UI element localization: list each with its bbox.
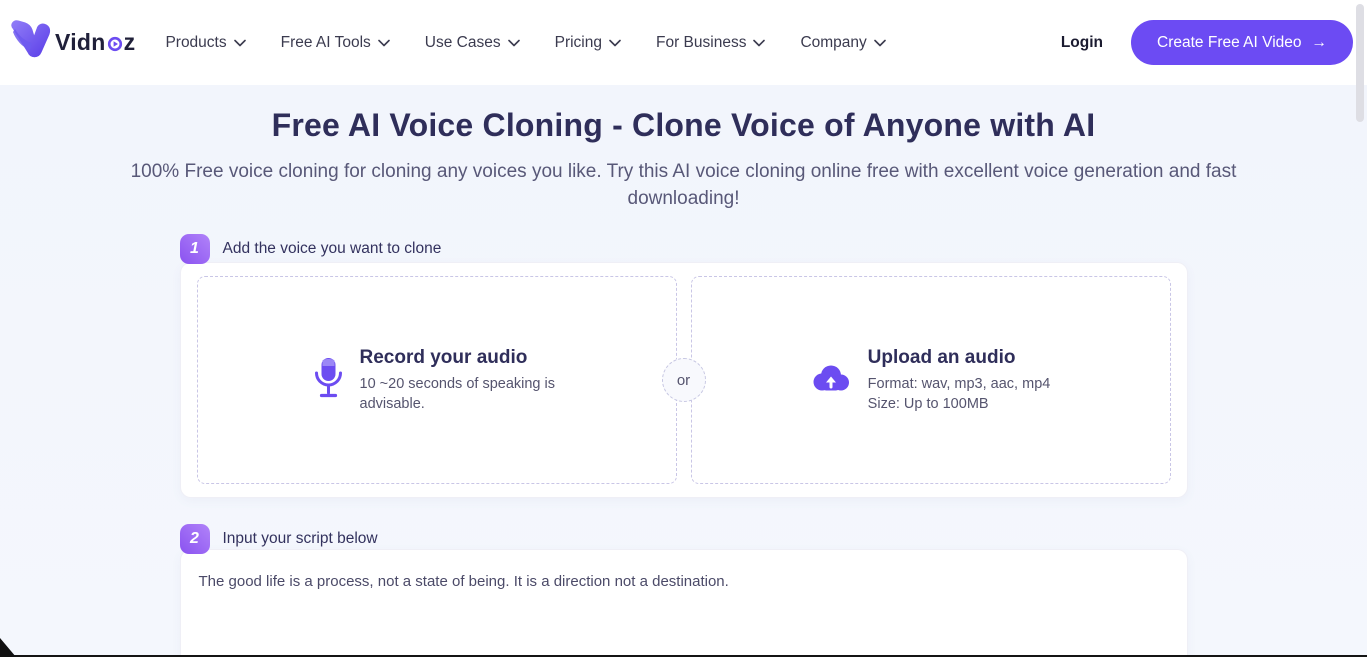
record-audio-desc: 10 ~20 seconds of speaking is advisable. [359,375,555,412]
chevron-down-icon [753,34,766,52]
step-2-badge: 2 [179,524,210,554]
nav-item-products[interactable]: Products [165,34,246,52]
script-input[interactable]: The good life is a process, not a state … [180,550,1187,657]
header-actions: Login Create Free AI Video → [1061,20,1353,65]
page-subtitle: 100% Free voice cloning for cloning any … [130,161,1237,209]
nav-item-use-cases[interactable]: Use Cases [425,34,520,52]
main-nav: Products Free AI Tools Use Cases Pricing… [165,34,886,52]
chevron-down-icon [233,34,246,52]
step-1-badge: 1 [179,234,210,264]
arrow-right-icon: → [1311,33,1328,51]
step-1-label: Add the voice you want to clone [222,240,442,257]
nav-item-pricing[interactable]: Pricing [555,34,621,52]
header: Vidn z Products Free AI Tools Use Cases P… [0,0,1367,85]
content-container: 1 Add the voice you want to clone Record… [179,234,1188,657]
cloud-upload-icon [811,363,851,398]
vidnoz-logo-icon [8,20,52,65]
step-1-header: 1 Add the voice you want to clone [179,234,1188,264]
page-title: Free AI Voice Cloning - Clone Voice of A… [271,107,1096,143]
logo-play-icon [107,31,123,58]
chevron-down-icon [377,34,390,52]
upload-size-line: Size: Up to 100MB [867,395,989,412]
upload-audio-box[interactable]: Upload an audio Format: wav, mp3, aac, m… [690,276,1171,484]
or-divider: or [661,358,706,402]
nav-item-for-business[interactable]: For Business [656,34,766,52]
create-free-ai-video-button[interactable]: Create Free AI Video → [1131,20,1353,65]
record-audio-title: Record your audio [359,346,528,368]
chevron-down-icon [873,34,886,52]
voice-source-card: Record your audio 10 ~20 seconds of spea… [179,262,1188,498]
upload-format-line: Format: wav, mp3, aac, mp4 [867,375,1051,392]
logo[interactable]: Vidn z [8,20,135,65]
step-2-header: 2 Input your script below [179,524,1188,554]
microphone-icon [314,357,343,404]
chevron-down-icon [609,34,621,52]
nav-item-free-ai-tools[interactable]: Free AI Tools [281,34,390,52]
logo-text: Vidn z [55,28,135,58]
main-section: Free AI Voice Cloning - Clone Voice of A… [0,85,1367,657]
step-2-label: Input your script below [222,530,378,547]
nav-item-company[interactable]: Company [800,34,886,52]
chevron-down-icon [507,34,520,52]
record-audio-box[interactable]: Record your audio 10 ~20 seconds of spea… [196,276,677,484]
script-card: The good life is a process, not a state … [179,549,1188,657]
login-link[interactable]: Login [1061,34,1103,52]
upload-audio-title: Upload an audio [867,346,1016,368]
vertical-scrollbar[interactable] [1356,4,1364,122]
